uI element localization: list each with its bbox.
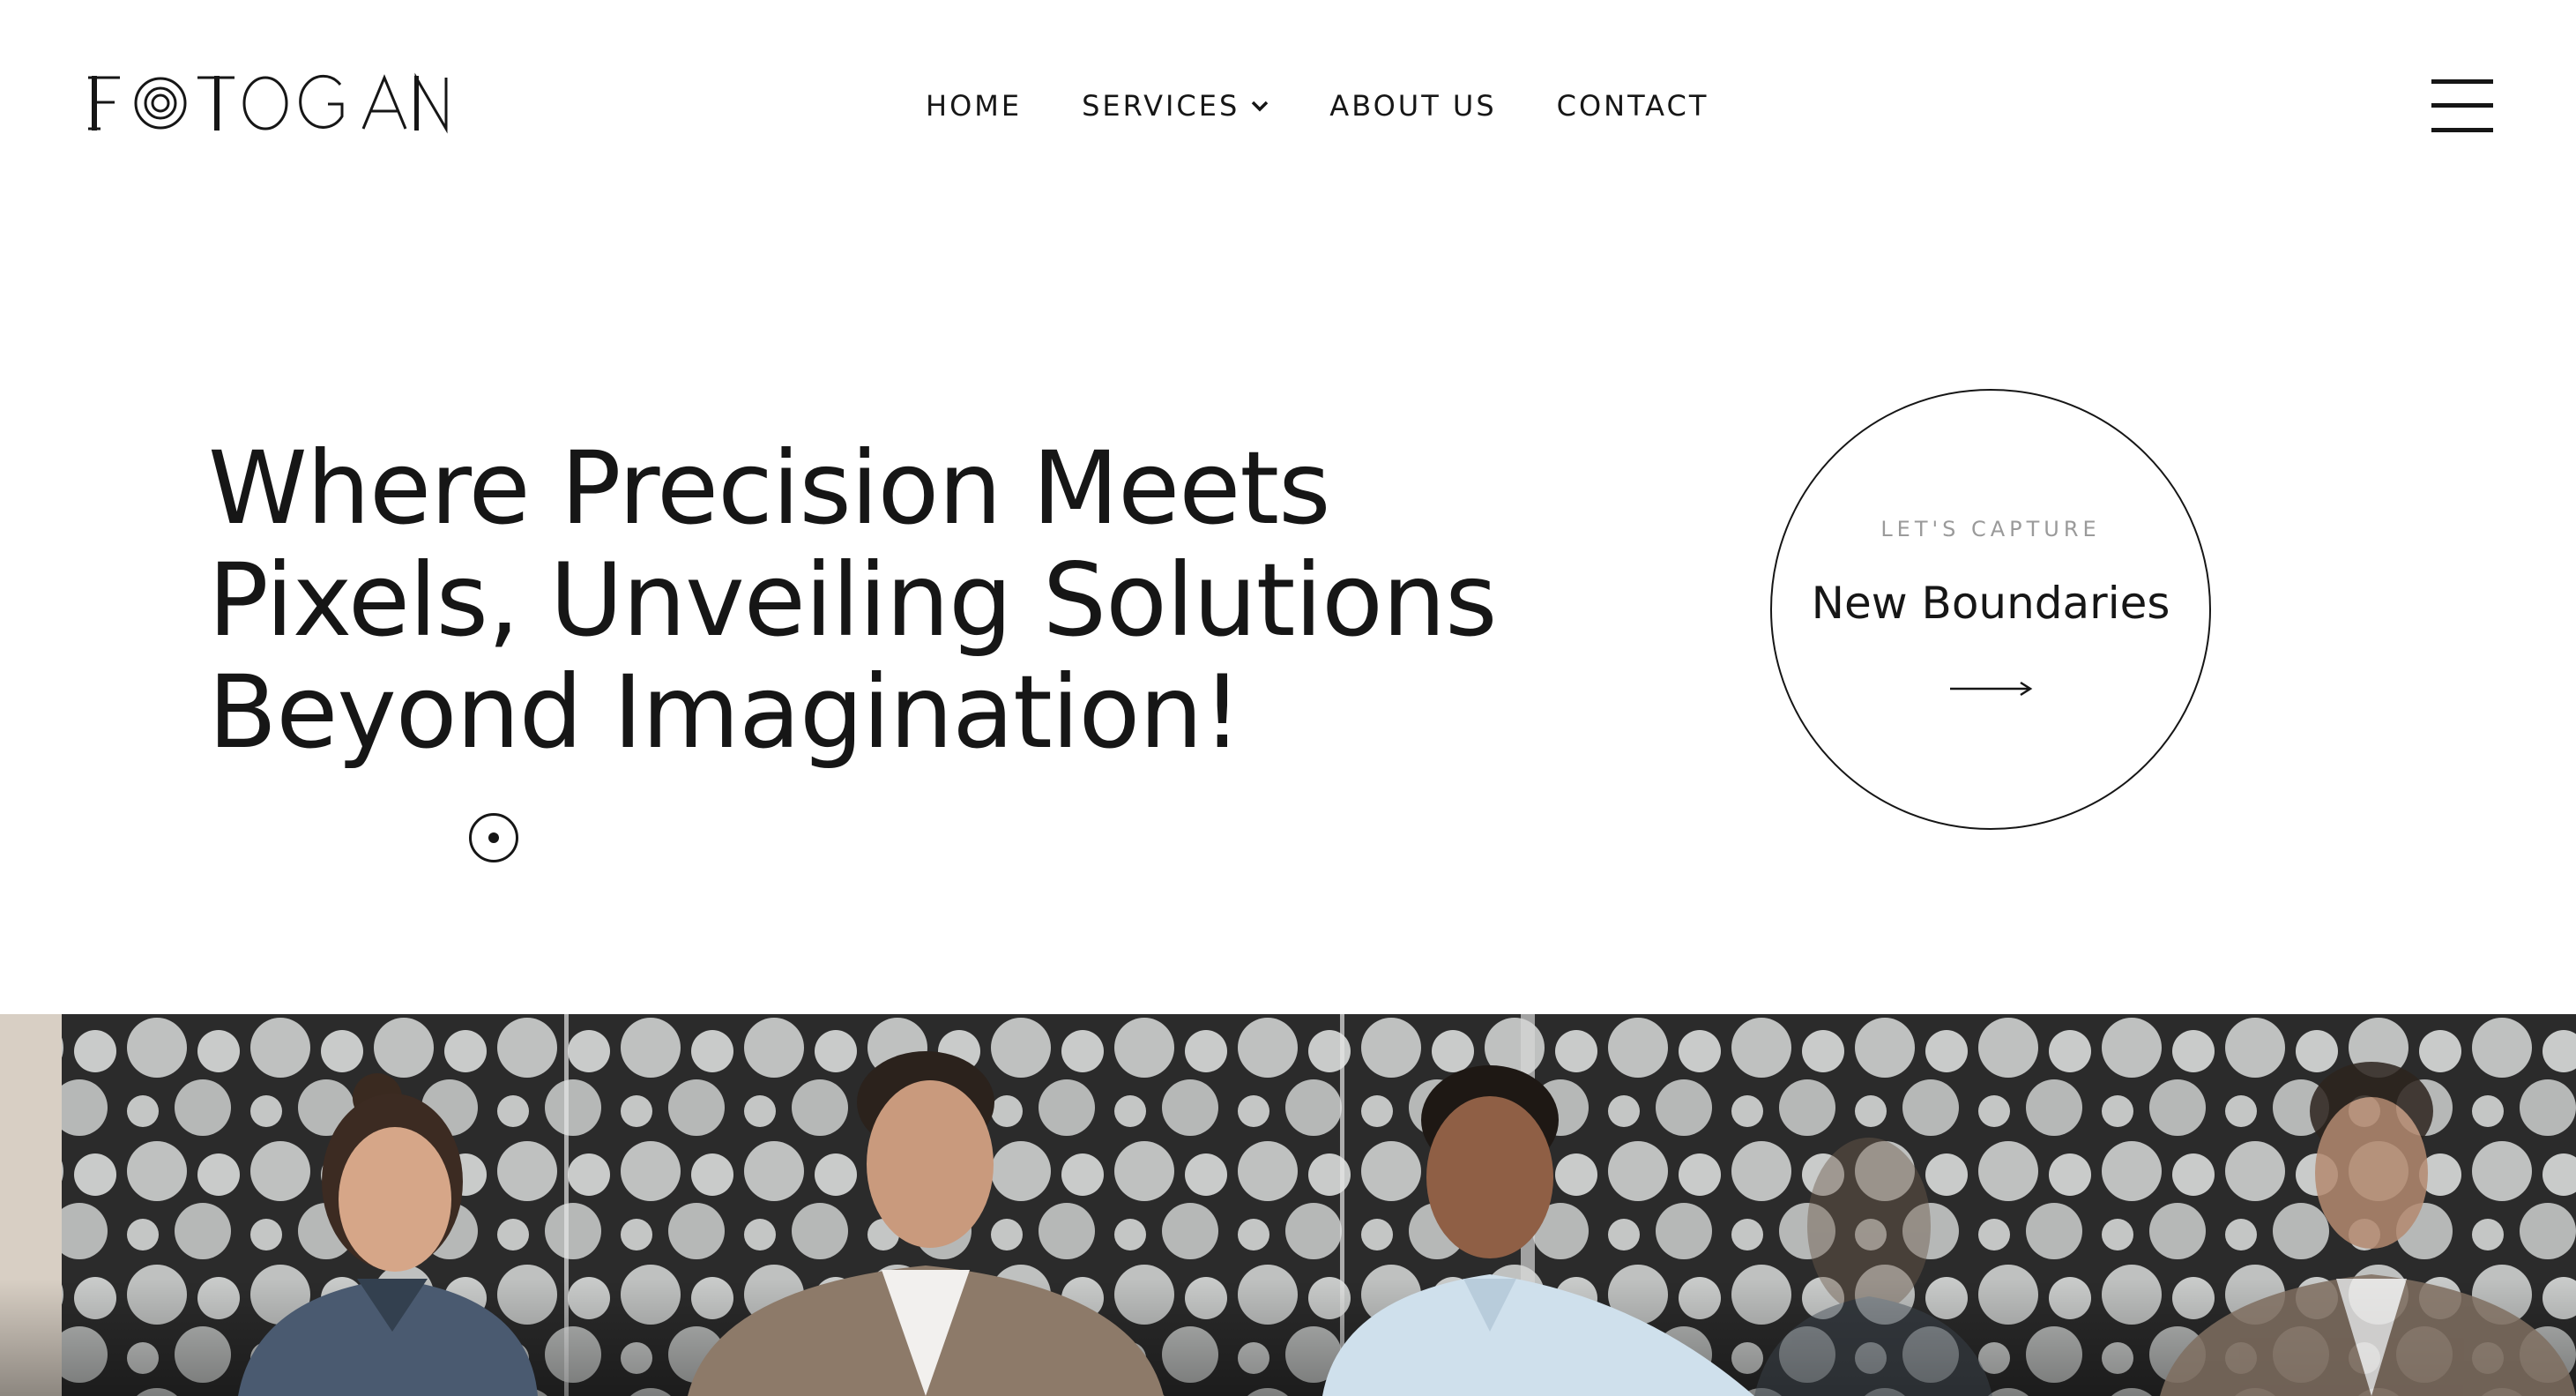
- nav-contact[interactable]: CONTACT: [1557, 85, 1709, 127]
- hero-headline-line-3: Beyond Imagination!: [208, 653, 1242, 771]
- nav-services[interactable]: SERVICES: [1082, 85, 1269, 127]
- cta-title: New Boundaries: [1811, 578, 2170, 629]
- nav-about-us-label: ABOUT US: [1329, 89, 1497, 123]
- main-nav: HOME SERVICES ABOUT US CONTACT: [926, 85, 1709, 127]
- arrow-right-icon: [1950, 681, 2033, 697]
- hamburger-menu-icon[interactable]: [2431, 79, 2493, 132]
- nav-home-label: HOME: [926, 89, 1023, 123]
- camera-lens-logo-icon: [88, 72, 448, 134]
- nav-about-us[interactable]: ABOUT US: [1329, 85, 1496, 127]
- hero-headline-line-2: Pixels, Unveiling Solutions: [208, 541, 1498, 659]
- nav-services-label: SERVICES: [1082, 89, 1240, 123]
- cta-eyebrow: LET'S CAPTURE: [1880, 517, 2101, 541]
- brand-logo[interactable]: [85, 72, 455, 136]
- hero-headline: Where Precision Meets Pixels, Unveiling …: [208, 432, 1530, 768]
- chevron-down-icon: [1252, 101, 1269, 112]
- capture-cta-button[interactable]: LET'S CAPTURE New Boundaries: [1770, 389, 2211, 830]
- hero-headline-line-1: Where Precision Meets: [208, 429, 1330, 547]
- scroll-down-dot-icon[interactable]: [469, 813, 518, 862]
- nav-contact-label: CONTACT: [1556, 89, 1709, 123]
- team-photo: [0, 1014, 2576, 1396]
- team-photo-illustration: [0, 1014, 2576, 1396]
- nav-home[interactable]: HOME: [926, 85, 1022, 127]
- site-header: HOME SERVICES ABOUT US CONTACT: [0, 0, 2576, 212]
